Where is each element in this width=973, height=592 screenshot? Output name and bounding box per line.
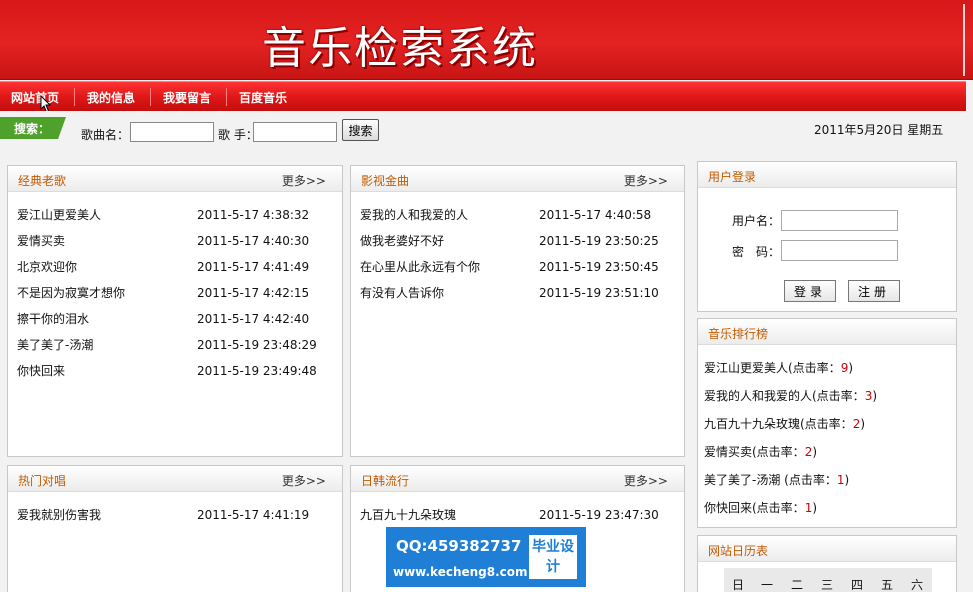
panel-title: 热门对唱 (18, 474, 67, 488)
weekday-label: 日 (732, 578, 745, 592)
panel-title: 网站日历表 (708, 544, 769, 558)
panel-hot-duets: 热门对唱 更多>> 爱我就别伤害我 2011-5-17 4:41:19 (7, 465, 343, 592)
song-time: 2011-5-19 23:51:10 (539, 286, 659, 300)
weekday-label: 五 (881, 578, 894, 592)
watermark-qq: QQ:459382737 (396, 537, 522, 555)
panel-header: 音乐排行榜 (698, 319, 956, 345)
more-link[interactable]: 更多>> (624, 172, 668, 189)
site-banner: 音乐检索系统 (0, 0, 973, 80)
song-time: 2011-5-17 4:40:30 (197, 234, 310, 248)
rank-item[interactable]: 美了美了-汤潮 (点击率：1) (704, 471, 849, 488)
song-link[interactable]: 九百九十九朵玫瑰 (360, 506, 456, 523)
song-link[interactable]: 美了美了-汤潮 (17, 336, 93, 353)
song-name-label: 歌曲名： (81, 128, 130, 142)
nav-item-message[interactable]: 我要留言 (163, 89, 211, 106)
song-time: 2011-5-17 4:41:49 (197, 260, 310, 274)
weekday-label: 二 (791, 578, 804, 592)
panel-title: 经典老歌 (18, 174, 67, 188)
song-link[interactable]: 你快回来 (17, 362, 65, 379)
panel-header: 热门对唱 更多>> (8, 466, 342, 492)
panel-header: 日韩流行 更多>> (351, 466, 684, 492)
username-label: 用户名： (732, 214, 781, 228)
song-time: 2011-5-17 4:42:40 (197, 312, 310, 326)
song-link[interactable]: 爱情买卖 (17, 232, 65, 249)
panel-title: 音乐排行榜 (708, 327, 769, 341)
nav-item-baidu-music[interactable]: 百度音乐 (239, 89, 287, 106)
more-link[interactable]: 更多>> (282, 172, 326, 189)
panel-user-login: 用户登录 用户名： 密 码： 登录 注册 (697, 161, 957, 312)
more-link[interactable]: 更多>> (624, 472, 668, 489)
panel-classic-songs: 经典老歌 更多>> 爱江山更爱美人 2011-5-17 4:38:32 爱情买卖… (7, 165, 343, 457)
rank-item[interactable]: 九百九十九朵玫瑰(点击率：2) (704, 415, 865, 432)
login-button[interactable]: 登录 (784, 280, 836, 302)
song-time: 2011-5-17 4:42:15 (197, 286, 310, 300)
song-time: 2011-5-19 23:49:48 (197, 364, 317, 378)
search-tag: 搜索： (0, 117, 66, 139)
weekday-label: 六 (911, 578, 924, 592)
song-time: 2011-5-19 23:50:45 (539, 260, 659, 274)
panel-header: 网站日历表 (698, 536, 956, 562)
site-title: 音乐检索系统 (262, 23, 538, 74)
singer-input[interactable] (253, 122, 337, 142)
panel-title: 影视金曲 (361, 174, 410, 188)
song-name-input[interactable] (130, 122, 214, 142)
password-label: 密 码： (732, 245, 781, 259)
rank-item[interactable]: 爱情买卖(点击率：2) (704, 443, 817, 460)
weekday-label: 四 (851, 578, 864, 592)
rank-item[interactable]: 爱我的人和我爱的人(点击率：3) (704, 387, 877, 404)
weekday-label: 一 (761, 578, 774, 592)
panel-title: 用户登录 (708, 170, 757, 184)
watermark-url: www.kecheng8.com (393, 565, 528, 579)
rank-item[interactable]: 爱江山更爱美人(点击率：9) (704, 359, 853, 376)
song-link[interactable]: 北京欢迎你 (17, 258, 77, 275)
song-link[interactable]: 不是因为寂寞才想你 (17, 284, 125, 301)
watermark-overlay: QQ:459382737 www.kecheng8.com 毕业设计 (386, 527, 586, 587)
panel-header: 影视金曲 更多>> (351, 166, 684, 192)
panel-site-calendar: 网站日历表 日 一 二 三 四 五 六 (697, 535, 957, 592)
watermark-badge: 毕业设计 (529, 535, 577, 579)
panel-header: 用户登录 (698, 162, 956, 188)
song-time: 2011-5-17 4:41:19 (197, 508, 310, 522)
panel-film-songs: 影视金曲 更多>> 爱我的人和我爱的人 2011-5-17 4:40:58 做我… (350, 165, 685, 457)
search-button[interactable]: 搜索 (342, 119, 379, 141)
song-link[interactable]: 爱我的人和我爱的人 (360, 206, 468, 223)
nav-separator (74, 88, 75, 106)
main-nav: 网站首页 我的信息 我要留言 百度音乐 (0, 81, 966, 111)
nav-item-my-info[interactable]: 我的信息 (87, 89, 135, 106)
username-input[interactable] (781, 210, 898, 231)
nav-separator (226, 88, 227, 106)
current-date: 2011年5月20日 星期五 (814, 123, 944, 137)
register-button[interactable]: 注册 (848, 280, 900, 302)
weekday-label: 三 (821, 578, 834, 592)
singer-label: 歌 手： (218, 128, 258, 142)
rank-item[interactable]: 你快回来(点击率：1) (704, 499, 817, 516)
song-link[interactable]: 爱江山更爱美人 (17, 206, 101, 223)
song-link[interactable]: 在心里从此永远有个你 (360, 258, 480, 275)
password-input[interactable] (781, 240, 898, 261)
song-link[interactable]: 擦干你的泪水 (17, 310, 89, 327)
song-time: 2011-5-19 23:47:30 (539, 508, 659, 522)
search-bar: 搜索： 歌曲名： 歌 手： 搜索 2011年5月20日 星期五 (0, 111, 966, 147)
nav-separator (150, 88, 151, 106)
more-link[interactable]: 更多>> (282, 472, 326, 489)
banner-edge (963, 4, 965, 76)
song-time: 2011-5-19 23:48:29 (197, 338, 317, 352)
panel-title: 日韩流行 (361, 474, 410, 488)
song-link[interactable]: 做我老婆好不好 (360, 232, 444, 249)
panel-header: 经典老歌 更多>> (8, 166, 342, 192)
song-link[interactable]: 有没有人告诉你 (360, 284, 444, 301)
panel-music-ranking: 音乐排行榜 爱江山更爱美人(点击率：9) 爱我的人和我爱的人(点击率：3) 九百… (697, 318, 957, 528)
song-link[interactable]: 爱我就别伤害我 (17, 506, 101, 523)
song-time: 2011-5-17 4:38:32 (197, 208, 310, 222)
song-time: 2011-5-19 23:50:25 (539, 234, 659, 248)
song-time: 2011-5-17 4:40:58 (539, 208, 652, 222)
